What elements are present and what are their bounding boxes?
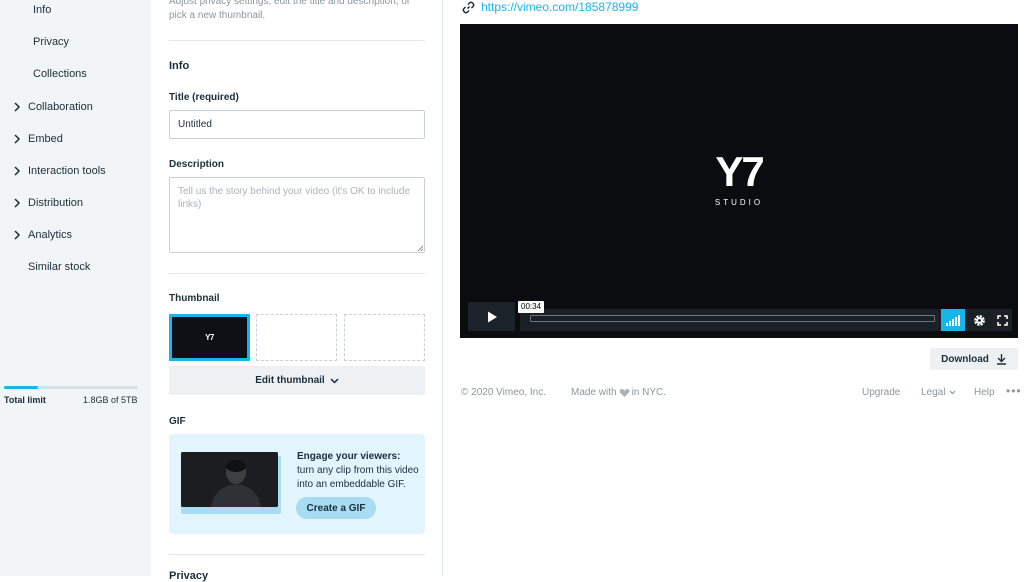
volume-bar [949,321,951,326]
divider [169,554,425,555]
play-button[interactable] [468,302,515,331]
sidebar: Info Privacy Collections Collaboration E… [0,0,151,576]
volume-bar [955,317,957,326]
sidebar-item-label: Collections [33,68,87,80]
studio-logo-subtitle: STUDIO [714,198,764,207]
chevron-down-icon [330,377,339,384]
footer-copyright: © 2020 Vimeo, Inc. [461,387,547,398]
settings-button[interactable] [968,309,990,331]
footer-made-in-text: in NYC. [631,387,667,398]
thumbnail-option-selected[interactable]: Y7 [169,314,250,361]
edit-thumbnail-label: Edit thumbnail [255,375,325,386]
gif-promo-text: Engage your viewers: turn any clip from … [297,450,419,492]
footer-legal-menu[interactable]: Legal [921,387,956,398]
sidebar-item-label: Privacy [33,36,70,48]
intro-text: Adjust privacy settings, edit the title … [169,0,411,21]
chevron-right-icon [14,102,21,112]
chevron-right-icon [14,166,21,176]
footer-legal-label: Legal [921,387,946,398]
resize-handle-icon[interactable] [417,245,424,252]
chevron-right-icon [14,134,21,144]
footer-more-menu[interactable]: ••• [1006,384,1022,398]
chevron-down-icon [950,390,956,395]
title-input[interactable] [169,110,425,139]
sidebar-item-analytics[interactable]: Analytics [0,223,151,247]
sidebar-item-interaction-tools[interactable]: Interaction tools [0,159,151,183]
player-control-bar [520,309,1012,331]
gear-icon [973,314,985,326]
divider [169,273,425,274]
sidebar-item-label: Similar stock [28,261,91,273]
timestamp-tooltip: 00:34 [518,301,545,313]
gif-promo-text-rest: turn any clip from this video into an em… [297,465,419,490]
play-icon [487,311,497,322]
chevron-right-icon [14,230,21,240]
video-url-row: https://vimeo.com/185878999 [462,0,638,14]
volume-bar [952,319,954,326]
volume-bar [958,315,960,326]
sidebar-item-collections[interactable]: Collections [0,62,151,86]
create-gif-button[interactable]: Create a GIF [296,497,376,519]
progress-scrubber[interactable] [530,315,935,322]
chevron-right-icon [14,198,21,208]
footer-made-with: Made with in NYC. [571,387,666,398]
sidebar-item-info[interactable]: Info [0,0,151,22]
privacy-section-title: Privacy [169,570,209,582]
footer-made-with-text: Made with [571,387,617,398]
fullscreen-icon [996,314,1008,326]
storage-label: Total limit [4,395,46,405]
sidebar-item-privacy[interactable]: Privacy [0,30,151,54]
gif-preview-image [181,452,278,507]
thumbnail-option[interactable] [344,314,425,361]
studio-logo: Y7 STUDIO [696,148,782,208]
thumbnail-label: Thumbnail [169,293,220,304]
edit-thumbnail-button[interactable]: Edit thumbnail [169,366,425,395]
column-divider [442,0,443,576]
gif-label: GIF [169,416,186,427]
divider [169,40,425,41]
download-button[interactable]: Download [930,348,1018,370]
video-player[interactable]: Y7 STUDIO 00:34 [460,24,1018,338]
sidebar-item-similar-stock[interactable]: Similar stock [0,255,151,279]
sidebar-item-label: Info [33,4,52,16]
sidebar-item-label: Collaboration [28,101,93,113]
studio-logo-mark: Y7 [715,148,764,195]
download-icon [996,354,1006,365]
thumbnail-option[interactable] [256,314,337,361]
video-url-link[interactable]: https://vimeo.com/185878999 [481,0,638,14]
gif-promo-card: Engage your viewers: turn any clip from … [169,434,425,534]
sidebar-item-label: Analytics [28,229,73,241]
sidebar-item-distribution[interactable]: Distribution [0,191,151,215]
video-settings-panel: Adjust privacy settings, edit the title … [152,0,442,582]
description-field-label: Description [169,159,225,170]
sidebar-item-label: Interaction tools [28,165,106,177]
heart-icon [619,388,630,397]
storage-value: 1.8GB of 5TB [83,395,138,405]
sidebar-item-label: Embed [28,133,63,145]
description-textarea[interactable] [169,177,425,253]
sidebar-item-label: Distribution [28,197,84,209]
title-field-label: Title (required) [169,92,239,103]
footer-upgrade-link[interactable]: Upgrade [862,387,900,398]
sidebar-item-embed[interactable]: Embed [0,127,151,151]
gif-promo-text-bold: Engage your viewers: [297,451,401,462]
link-icon [462,1,475,13]
volume-bar [946,323,948,326]
volume-button[interactable] [941,309,965,331]
storage-progress-bar [4,386,138,389]
fullscreen-button[interactable] [992,309,1012,331]
download-label: Download [941,353,989,365]
footer-help-link[interactable]: Help [974,387,995,398]
thumbnail-logo: Y7 [205,333,214,342]
storage-progress-fill [4,386,38,389]
sidebar-item-collaboration[interactable]: Collaboration [0,95,151,119]
person-silhouette-icon [181,452,278,507]
info-section-title: Info [169,60,190,72]
